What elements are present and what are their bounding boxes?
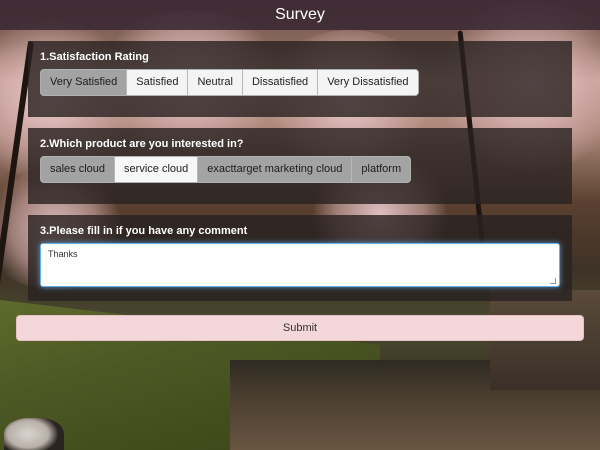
product-interest-group: sales cloud service cloud exacttarget ma… [40, 156, 412, 183]
option-sales-cloud[interactable]: sales cloud [41, 157, 116, 182]
question-1-title: 1.Satisfaction Rating [40, 51, 149, 63]
survey-header: Survey [0, 0, 600, 30]
option-neutral[interactable]: Neutral [188, 70, 243, 95]
resize-grip-icon[interactable] [550, 278, 556, 284]
question-3-title: 3.Please fill in if you have any comment [40, 225, 248, 237]
comment-textarea[interactable]: Thanks [40, 243, 560, 287]
option-platform[interactable]: platform [352, 157, 411, 182]
satisfaction-rating-group: Very Satisfied Satisfied Neutral Dissati… [40, 69, 419, 96]
option-very-dissatisfied[interactable]: Very Dissatisfied [318, 70, 418, 95]
question-1-panel: 1.Satisfaction Rating Very Satisfied Sat… [28, 41, 572, 117]
submit-button[interactable]: Submit [16, 315, 584, 341]
option-satisfied[interactable]: Satisfied [127, 70, 189, 95]
option-very-satisfied[interactable]: Very Satisfied [41, 70, 128, 95]
page-title: Survey [275, 6, 325, 23]
question-3-panel: 3.Please fill in if you have any comment… [28, 215, 572, 301]
option-dissatisfied[interactable]: Dissatisfied [242, 70, 319, 95]
option-exacttarget-marketing-cloud[interactable]: exacttarget marketing cloud [198, 157, 353, 182]
question-2-panel: 2.Which product are you interested in? s… [28, 128, 572, 204]
option-service-cloud[interactable]: service cloud [115, 157, 199, 182]
question-2-title: 2.Which product are you interested in? [40, 138, 244, 150]
